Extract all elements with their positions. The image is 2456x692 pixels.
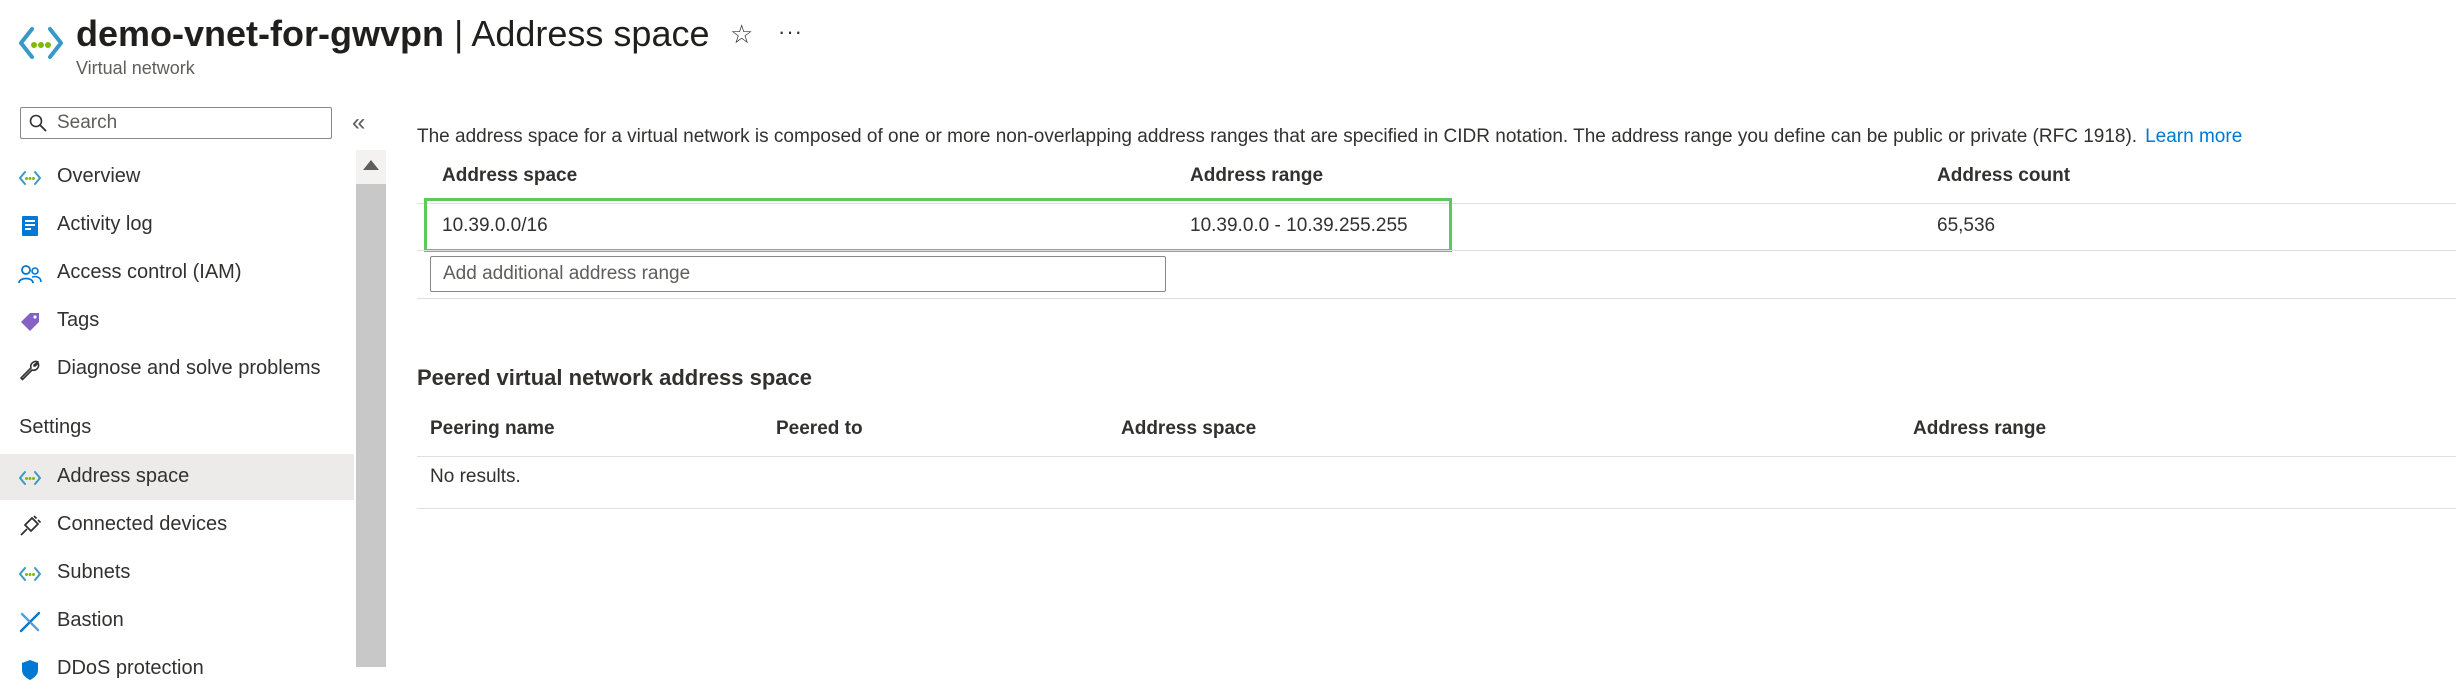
cell-address-space[interactable]: 10.39.0.0/16 bbox=[442, 215, 548, 237]
more-actions-icon[interactable]: ··· bbox=[778, 16, 803, 48]
search-input[interactable]: Search bbox=[20, 107, 332, 139]
table-divider bbox=[417, 298, 2456, 299]
virtual-network-icon bbox=[19, 567, 41, 581]
sidebar-item-bastion[interactable]: Bastion bbox=[0, 598, 354, 644]
title-separator: | bbox=[443, 13, 472, 54]
sidebar-item-label: Bastion bbox=[57, 609, 124, 631]
column-header-address-range: Address range bbox=[1190, 165, 1324, 186]
learn-more-link[interactable]: Learn more bbox=[2145, 126, 2242, 147]
collapse-sidebar-icon[interactable]: « bbox=[352, 108, 365, 138]
sidebar-item-label: Diagnose and solve problems bbox=[57, 357, 321, 379]
sidebar-item-label: Activity log bbox=[57, 213, 153, 235]
column-header-address-count: Address count bbox=[1937, 165, 2071, 186]
search-placeholder: Search bbox=[57, 112, 118, 133]
tag-icon bbox=[21, 313, 39, 331]
iam-people-icon bbox=[18, 265, 42, 284]
add-address-range-placeholder: Add additional address range bbox=[443, 263, 691, 284]
column-header-address-space: Address space bbox=[442, 165, 578, 186]
table-divider bbox=[417, 508, 2456, 509]
sidebar-scrollbar[interactable] bbox=[356, 150, 386, 667]
sidebar-item-access-control[interactable]: Access control (IAM) bbox=[0, 250, 354, 296]
column-header-peering-name: Peering name bbox=[430, 418, 555, 439]
sidebar-item-label: Tags bbox=[57, 309, 100, 331]
wrench-icon bbox=[20, 360, 40, 381]
add-address-range-input[interactable]: Add additional address range bbox=[430, 256, 1166, 292]
sidebar-item-diagnose[interactable]: Diagnose and solve problems bbox=[0, 346, 354, 392]
sidebar-item-label: Subnets bbox=[57, 561, 131, 583]
shield-icon bbox=[22, 660, 38, 680]
peered-section-title: Peered virtual network address space bbox=[417, 365, 812, 390]
activity-log-icon bbox=[22, 216, 38, 236]
virtual-network-icon bbox=[19, 471, 41, 485]
plug-icon bbox=[20, 515, 42, 536]
sidebar-item-ddos-protection[interactable]: DDoS protection bbox=[0, 646, 354, 692]
sidebar-item-label: DDoS protection bbox=[57, 657, 204, 679]
sidebar-item-label: Connected devices bbox=[57, 513, 228, 535]
column-header-peered-to: Peered to bbox=[776, 418, 863, 439]
chevron-up-icon bbox=[363, 160, 379, 170]
virtual-network-icon bbox=[19, 27, 63, 59]
search-icon bbox=[29, 114, 47, 132]
bastion-icon bbox=[19, 611, 41, 633]
sidebar-item-label: Address space bbox=[57, 465, 190, 487]
address-space-description: The address space for a virtual network … bbox=[417, 126, 2242, 148]
cell-address-count: 65,536 bbox=[1937, 215, 1996, 236]
sidebar-item-overview[interactable]: Overview bbox=[0, 154, 354, 200]
column-header-peered-address-space: Address space bbox=[1121, 418, 1257, 439]
page-title: demo-vnet-for-gwvpn | Address space bbox=[76, 10, 710, 58]
table-divider bbox=[417, 456, 2456, 457]
table-divider bbox=[417, 250, 2456, 251]
column-header-peered-address-range: Address range bbox=[1913, 418, 2047, 439]
description-text: The address space for a virtual network … bbox=[417, 126, 2138, 147]
no-results-text: No results. bbox=[430, 466, 521, 487]
sidebar-item-tags[interactable]: Tags bbox=[0, 298, 354, 344]
resource-name: demo-vnet-for-gwvpn bbox=[76, 13, 444, 54]
sidebar-item-subnets[interactable]: Subnets bbox=[0, 550, 354, 596]
sidebar-item-label: Overview bbox=[57, 165, 141, 187]
cell-address-range: 10.39.0.0 - 10.39.255.255 bbox=[1190, 215, 1408, 236]
sidebar-item-activity-log[interactable]: Activity log bbox=[0, 202, 354, 248]
sidebar-item-label: Access control (IAM) bbox=[57, 261, 242, 283]
blade-name: Address space bbox=[471, 13, 710, 54]
settings-section-header: Settings bbox=[19, 416, 92, 438]
resource-type: Virtual network bbox=[76, 58, 195, 78]
favorite-star-icon[interactable]: ☆ bbox=[730, 18, 753, 50]
virtual-network-icon bbox=[19, 171, 41, 185]
sidebar-item-connected-devices[interactable]: Connected devices bbox=[0, 502, 354, 548]
sidebar-item-address-space[interactable]: Address space bbox=[0, 454, 354, 500]
